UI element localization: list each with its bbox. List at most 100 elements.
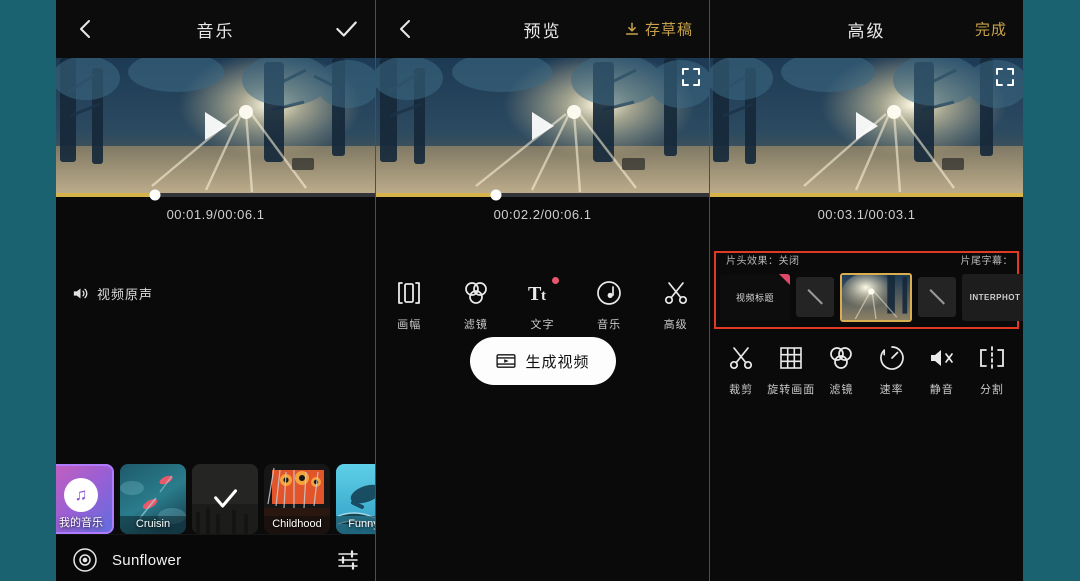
tool-rotate[interactable]: 旋转画面	[766, 343, 816, 397]
advanced-time-display: 00:03.1/00:03.1	[817, 206, 916, 222]
music-card-my-music[interactable]: ♫ 我的音乐	[56, 464, 114, 534]
tool-label: 旋转画面	[767, 384, 816, 396]
text-tt-icon: T t	[527, 277, 560, 308]
corner-marker-icon	[779, 273, 790, 285]
scissors-icon	[664, 282, 687, 305]
timeline-annotation-box: 片头效果：关闭 片尾字幕： 视频标题 INTERPHOT	[714, 251, 1023, 329]
preview-progress-bar[interactable]	[376, 189, 709, 201]
timeline-video-thumbnail	[842, 274, 910, 320]
original-audio-toggle[interactable]: 视频原声	[72, 284, 153, 303]
disc-icon[interactable]	[72, 547, 98, 573]
music-disc-icon	[597, 281, 621, 305]
selection-ring	[56, 464, 114, 534]
svg-text:t: t	[541, 288, 546, 304]
save-draft-icon	[625, 22, 639, 35]
done-label: 完成	[974, 21, 1007, 39]
advanced-header: 高级 完成	[710, 0, 1023, 58]
tool-label: 音乐	[597, 319, 622, 331]
mute-icon	[930, 350, 953, 366]
preview-header: 预览 存草稿	[376, 0, 709, 58]
music-card-childhood[interactable]: Childhood	[264, 464, 330, 534]
save-draft-label: 存草稿	[644, 21, 693, 39]
advanced-progress-bar[interactable]	[710, 193, 1023, 197]
advanced-toolbar: 裁剪 旋转画面 滤镜 速率 静音 分割	[710, 343, 1023, 397]
tool-label: 文字	[530, 319, 555, 331]
advanced-body: 片头效果：关闭 片尾字幕： 视频标题 INTERPHOT 裁剪 旋转画面 滤镜 …	[710, 231, 1023, 581]
timeline-clip-ending[interactable]: INTERPHOT	[962, 273, 1023, 321]
check-icon	[336, 21, 357, 37]
tool-text[interactable]: T t 文字	[516, 277, 568, 332]
filter-circles-icon	[465, 282, 487, 304]
music-card-label: Childhood	[272, 518, 322, 530]
timeline-track[interactable]: 视频标题 INTERPHOT	[720, 271, 1023, 323]
preview-header-title: 预览	[523, 21, 562, 41]
music-card-strip[interactable]: ♫ 我的音乐 Cruisin Childhood Funn	[56, 464, 375, 534]
music-card-label: Cruisin	[135, 518, 171, 530]
advanced-video[interactable]	[710, 58, 1023, 193]
tool-label: 画幅	[397, 319, 422, 331]
music-video-preview[interactable]	[56, 58, 375, 193]
new-badge-dot	[552, 277, 560, 284]
play-icon[interactable]	[204, 111, 227, 140]
tool-label: 高级	[663, 319, 688, 331]
music-time-row: 00:01.9/00:06.1	[56, 197, 375, 231]
ending-subtitle-label: 片尾字幕：	[960, 256, 1013, 267]
svg-text:T: T	[528, 283, 542, 305]
music-body: 视频原声 ♫ 我的音乐 Cruisin Childhood Funn Sunfl…	[56, 231, 375, 581]
music-card-label: Funny lif	[348, 518, 375, 530]
timeline-clip-title[interactable]: 视频标题	[720, 273, 790, 321]
progress-knob[interactable]	[149, 189, 161, 201]
split-icon	[980, 346, 1004, 370]
tool-mute[interactable]: 静音	[917, 343, 967, 397]
play-icon[interactable]	[855, 111, 878, 140]
equalizer-icon[interactable]	[337, 549, 359, 571]
save-draft-button[interactable]: 存草稿	[624, 19, 693, 40]
now-playing-bar: Sunflower	[56, 534, 375, 581]
preview-time-display: 00:02.2/00:06.1	[493, 206, 592, 222]
play-icon[interactable]	[531, 111, 554, 140]
tool-music[interactable]: 音乐	[583, 278, 635, 332]
progress-knob[interactable]	[490, 189, 502, 201]
music-header-title: 音乐	[196, 21, 235, 41]
music-confirm-button[interactable]	[333, 16, 359, 42]
music-card-selected[interactable]	[192, 464, 258, 534]
tool-split[interactable]: 分割	[967, 343, 1017, 397]
timeline-clip-label: INTERPHOT	[969, 292, 1021, 302]
music-progress-bar[interactable]	[56, 189, 375, 201]
tool-label: 裁剪	[729, 384, 754, 396]
preview-video[interactable]	[376, 58, 709, 193]
grid-rotate-icon	[780, 347, 803, 369]
music-header: 音乐	[56, 0, 375, 58]
tool-crop[interactable]: 裁剪	[716, 343, 766, 397]
advanced-done-button[interactable]: 完成	[975, 19, 1007, 40]
tool-label: 滤镜	[463, 319, 488, 331]
panel-preview: 预览 存草稿 00:02.2/00:06.1 画幅 滤镜 T t 文字 音乐 高…	[376, 0, 709, 581]
preview-body: 画幅 滤镜 T t 文字 音乐 高级 生成视频	[376, 231, 709, 581]
tool-label: 静音	[929, 384, 954, 396]
now-playing-title: Sunflower	[112, 551, 182, 569]
tool-advanced[interactable]: 高级	[650, 278, 702, 332]
check-icon	[214, 489, 238, 508]
panel-advanced: 高级 完成 00:03.1/00:03.1 片头效果：关闭 片尾字幕： 视频标题…	[710, 0, 1023, 581]
tool-label: 滤镜	[829, 384, 854, 396]
panel-music: 音乐 00:01.9/00:06.1 视频原声 ♫ 我的音乐 Cruisin C…	[56, 0, 375, 581]
fullscreen-icon[interactable]	[681, 67, 701, 87]
back-icon[interactable]	[74, 17, 98, 41]
tool-aspect-ratio[interactable]: 画幅	[383, 278, 435, 332]
aspect-ratio-icon	[398, 282, 421, 304]
music-card-funny[interactable]: Funny lif	[336, 464, 375, 534]
tool-filter[interactable]: 滤镜	[816, 343, 866, 397]
preview-time-row: 00:02.2/00:06.1	[376, 197, 709, 231]
tool-filter[interactable]: 滤镜	[450, 278, 502, 332]
back-icon[interactable]	[394, 17, 418, 41]
tool-label: 速率	[879, 384, 904, 396]
music-card-cruisin[interactable]: Cruisin	[120, 464, 186, 534]
speaker-icon	[73, 288, 88, 299]
generate-video-button[interactable]: 生成视频	[469, 337, 616, 385]
timeline-clip-video[interactable]	[840, 272, 912, 322]
tool-speed[interactable]: 速率	[867, 343, 917, 397]
timeline-transition-2[interactable]	[918, 277, 956, 317]
fullscreen-icon[interactable]	[995, 67, 1015, 87]
film-clip-icon	[495, 354, 516, 368]
timeline-transition-1[interactable]	[796, 277, 834, 317]
